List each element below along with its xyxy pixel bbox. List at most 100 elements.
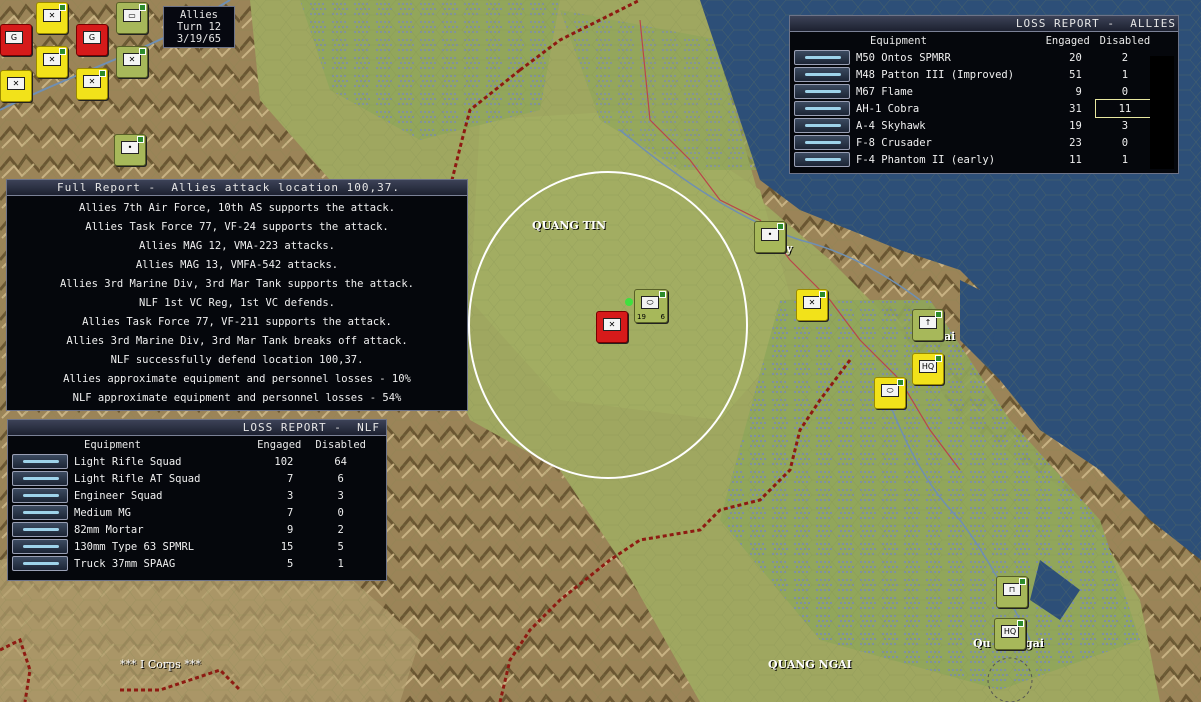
engaged-count: 3 [287, 489, 294, 502]
disabled-count: 0 [1121, 136, 1129, 149]
report-line: Allies Task Force 77, VF-24 supports the… [85, 221, 389, 233]
equipment-name: Light Rifle AT Squad [74, 472, 201, 485]
engaged-count: 5 [287, 557, 294, 570]
city-label-tam-ky: y [786, 242, 793, 255]
turn-date: 3/19/65 [176, 33, 222, 45]
report-line: NLF successfully defend location 100,37. [110, 354, 364, 366]
disabled-count: 6 [337, 472, 344, 485]
unit-counter[interactable]: ✕ [76, 68, 108, 100]
loss-report-nlf-panel: LOSS REPORT - NLF Equipment Engaged Disa… [7, 419, 387, 581]
engaged-count: 11 [1069, 153, 1082, 166]
loss-row[interactable]: 130mm Type 63 SPMRL 15 5 [12, 538, 374, 555]
turn-number: Turn 12 [176, 21, 222, 33]
unit-counter[interactable]: ⊓ [996, 576, 1028, 608]
corps-label: *** I Corps *** [120, 658, 201, 671]
unit-counter[interactable]: ✕ [0, 70, 32, 102]
loss-row[interactable]: F-8 Crusader 23 0 [794, 134, 1154, 151]
turn-info-box: Allies Turn 12 3/19/65 [163, 6, 235, 48]
disabled-count: 3 [337, 489, 344, 502]
engaged-count: 9 [1075, 85, 1082, 98]
equipment-icon [12, 488, 68, 503]
report-line: Allies approximate equipment and personn… [63, 373, 411, 385]
province-label-quang-ngai: QUANG NGAI [768, 658, 852, 671]
unit-stat-b: 6 [660, 313, 665, 321]
unit-counter[interactable]: • [114, 134, 146, 166]
engaged-count: 23 [1069, 136, 1082, 149]
unit-counter[interactable]: ✕ [116, 46, 148, 78]
unit-stat-a: 19 [637, 313, 646, 321]
unit-counter[interactable]: ✕ [796, 289, 828, 321]
col-disabled: Disabled [1099, 34, 1151, 47]
equipment-icon [12, 471, 68, 486]
engaged-count: 7 [287, 472, 294, 485]
col-disabled: Disabled [315, 438, 366, 451]
hq-unit-counter[interactable]: HQ [912, 353, 944, 385]
report-line: Allies MAG 13, VMFA-542 attacks. [135, 259, 339, 271]
report-line: Allies MAG 12, VMA-223 attacks. [139, 240, 335, 252]
full-report-panel: Full Report - Allies attack location 100… [6, 179, 468, 411]
unit-counter[interactable]: ✕ [36, 2, 68, 34]
loss-row[interactable]: Engineer Squad 3 3 [12, 487, 374, 504]
loss-row[interactable]: Medium MG 7 0 [12, 504, 374, 521]
loss-row[interactable]: 82mm Mortar 9 2 [12, 521, 374, 538]
equipment-name: M48 Patton III (Improved) [856, 68, 1015, 81]
loss-table-nlf: Equipment Engaged Disabled Light Rifle S… [12, 436, 374, 572]
unit-counter[interactable]: ↑ [912, 309, 944, 341]
col-engaged: Engaged [257, 438, 302, 451]
equipment-icon [12, 454, 68, 469]
loss-report-allies-panel: LOSS REPORT - ALLIES Equipment Engaged D… [789, 15, 1179, 174]
unit-counter[interactable]: ▭ [116, 2, 148, 34]
equipment-name: F-4 Phantom II (early) [856, 153, 996, 166]
loss-row[interactable]: F-4 Phantom II (early) 11 1 [794, 151, 1154, 168]
col-equipment: Equipment [84, 438, 141, 451]
engaged-count: 31 [1069, 102, 1082, 115]
col-engaged: Engaged [1045, 34, 1090, 47]
equipment-name: Medium MG [74, 506, 131, 519]
guerrilla-icon: G [83, 31, 101, 44]
loss-row[interactable]: AH-1 Cobra 31 11 [794, 99, 1156, 118]
disabled-count: 0 [1121, 85, 1129, 98]
loss-row[interactable]: A-4 Skyhawk 19 3 [794, 117, 1154, 134]
loss-row[interactable]: Truck 37mm SPAAG 5 1 [12, 555, 374, 572]
disabled-count: 1 [1121, 68, 1129, 81]
loss-row[interactable]: M48 Patton III (Improved) 51 1 [794, 66, 1154, 83]
loss-row[interactable]: Light Rifle AT Squad 7 6 [12, 470, 374, 487]
col-equipment: Equipment [870, 34, 927, 47]
equipment-icon [12, 556, 68, 571]
loss-report-allies-title: LOSS REPORT - ALLIES [790, 16, 1178, 32]
scrollbar[interactable] [1150, 56, 1174, 169]
unit-counter[interactable]: ✕ [36, 46, 68, 78]
loss-row[interactable]: M67 Flame 9 0 [794, 83, 1154, 100]
equipment-name: M67 Flame [856, 85, 913, 98]
infantry-icon: ✕ [7, 77, 25, 90]
equipment-name: Engineer Squad [74, 489, 163, 502]
full-report-title: Full Report - Allies attack location 100… [7, 180, 467, 196]
hq-unit-counter[interactable]: HQ [994, 618, 1026, 650]
turn-side: Allies [180, 9, 218, 21]
selected-tank-unit[interactable]: ⬭ 19 6 [634, 289, 668, 323]
equipment-icon [794, 101, 850, 116]
unit-counter[interactable]: ⬭ [874, 377, 906, 409]
enemy-unit-counter[interactable]: G [0, 24, 32, 56]
engaged-count: 102 [274, 455, 294, 468]
tank-icon: ⬭ [641, 296, 659, 309]
disabled-count: 1 [337, 557, 344, 570]
enemy-unit-counter[interactable]: G [76, 24, 108, 56]
enemy-defending-unit[interactable]: ✕ [596, 311, 628, 343]
engaged-count: 15 [280, 540, 294, 553]
equipment-name: 82mm Mortar [74, 523, 144, 536]
equipment-name: Truck 37mm SPAAG [74, 557, 176, 570]
loss-row[interactable]: M50 Ontos SPMRR 20 2 [794, 49, 1154, 66]
equipment-name: AH-1 Cobra [856, 102, 920, 115]
loss-row[interactable]: Light Rifle Squad 102 64 [12, 453, 374, 470]
report-line: NLF 1st VC Reg, 1st VC defends. [139, 297, 335, 309]
disabled-count: 3 [1121, 119, 1129, 132]
equipment-name: 130mm Type 63 SPMRL [74, 540, 195, 553]
disabled-count: 5 [337, 540, 344, 553]
province-label-quang-tin: QUANG TIN [532, 219, 607, 232]
report-line: Allies 7th Air Force, 10th AS supports t… [78, 202, 396, 214]
equipment-icon [12, 522, 68, 537]
unit-counter[interactable]: • [754, 221, 786, 253]
engaged-count: 7 [287, 506, 294, 519]
disabled-count: 0 [337, 506, 344, 519]
